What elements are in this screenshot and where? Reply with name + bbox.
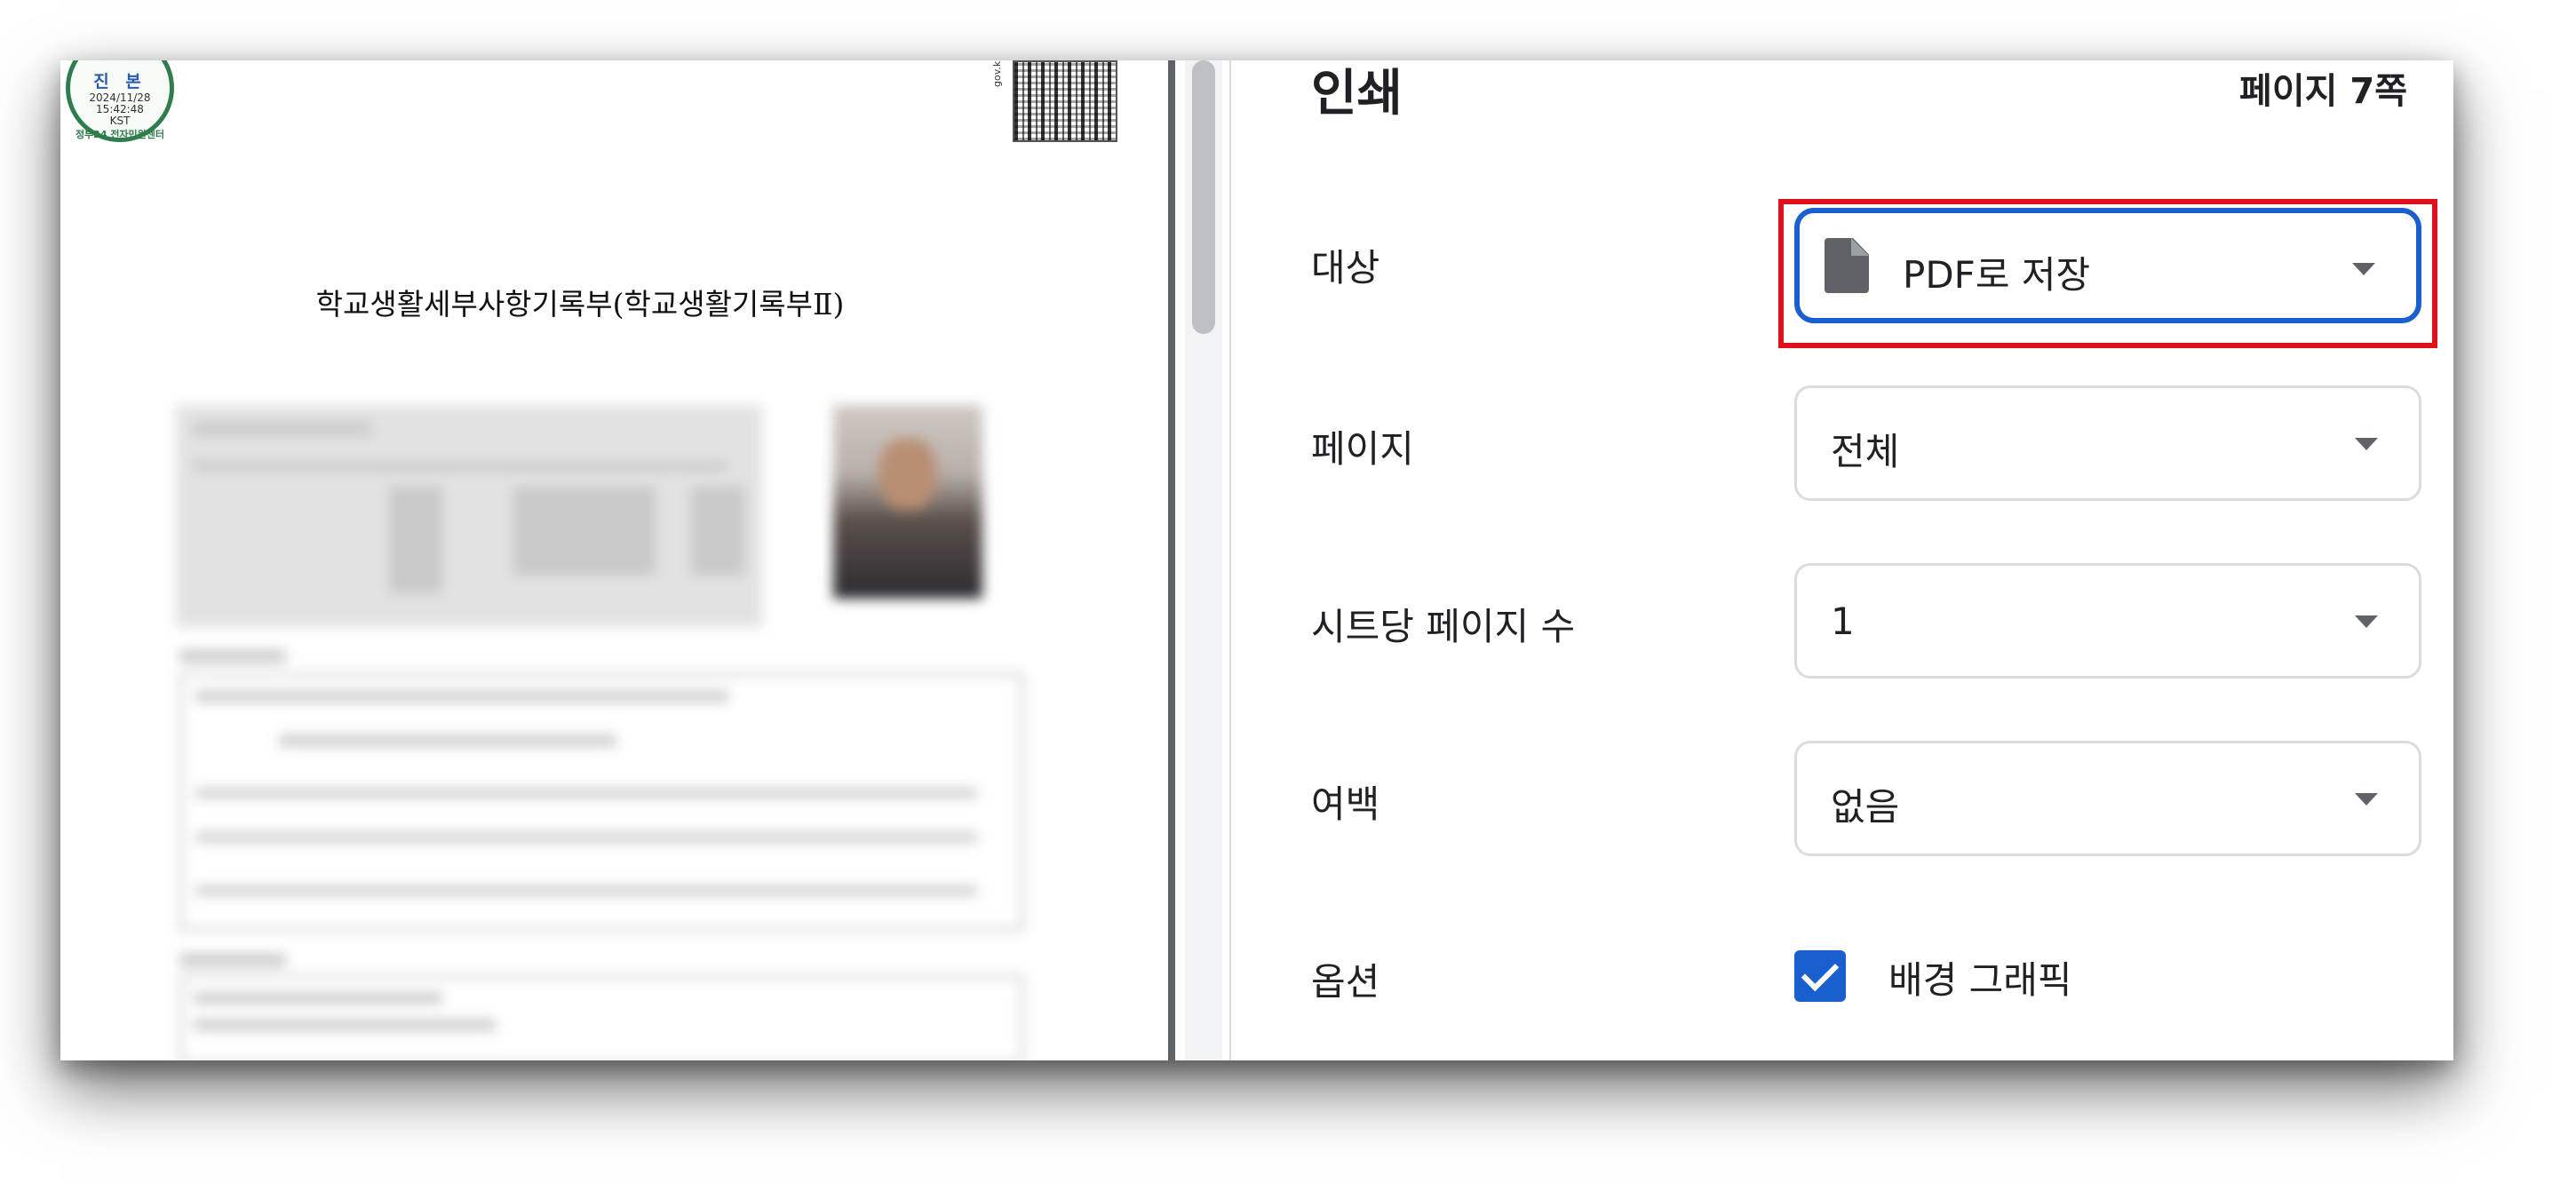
- background-graphics-label[interactable]: 배경 그래픽: [1888, 950, 2072, 1004]
- blurred-block: [513, 487, 656, 576]
- preview-scrollbar-thumb[interactable]: [1192, 60, 1215, 334]
- blurred-block: [194, 1020, 496, 1030]
- blurred-block: [194, 993, 442, 1004]
- background-graphics-checkbox[interactable]: [1794, 950, 1846, 1002]
- print-dialog-window: 진 본 2024/11/28 15:42:48 KST 정부24 전자민원센터 …: [60, 60, 2453, 1060]
- margins-value: 없음: [1831, 785, 1900, 829]
- pages-label: 페이지: [1311, 427, 1414, 471]
- qr-label: gov.kr: [991, 60, 1003, 87]
- blurred-block: [179, 975, 1023, 1060]
- blurred-block: [194, 423, 371, 435]
- destination-value: PDF로 저장: [1903, 253, 2091, 297]
- blurred-block: [195, 789, 977, 798]
- document-title: 학교생활세부사항기록부(학교생활기록부Ⅱ): [315, 287, 845, 322]
- blurred-block: [195, 691, 728, 702]
- blurred-block: [194, 462, 727, 471]
- blurred-block: [179, 650, 286, 663]
- print-title: 인쇄: [1311, 65, 1403, 123]
- chevron-down-icon: [2355, 438, 2378, 450]
- file-icon: [1825, 238, 1869, 293]
- seal-title: 진 본: [93, 72, 147, 91]
- pages-value: 전체: [1831, 430, 1900, 473]
- margins-label: 여백: [1311, 782, 1380, 826]
- blurred-block: [176, 405, 762, 627]
- blurred-block: [179, 954, 286, 966]
- pages-per-sheet-select[interactable]: 1: [1794, 563, 2421, 679]
- student-photo: [833, 405, 982, 599]
- blurred-block: [195, 886, 977, 895]
- seal-organization: 정부24 전자민원센터: [75, 129, 165, 140]
- certification-seal: 진 본 2024/11/28 15:42:48 KST 정부24 전자민원센터: [66, 60, 174, 142]
- pages-select[interactable]: 전체: [1794, 385, 2421, 501]
- preview-divider: [1168, 60, 1175, 1060]
- blurred-block: [195, 833, 977, 842]
- margins-select[interactable]: 없음: [1794, 741, 2421, 856]
- pages-per-sheet-value: 1: [1831, 599, 1855, 643]
- chevron-down-icon: [2355, 793, 2378, 806]
- seal-timezone: KST: [109, 115, 131, 127]
- chevron-down-icon: [2352, 263, 2375, 275]
- qr-code: [1013, 60, 1117, 142]
- blurred-block: [279, 735, 616, 746]
- options-label: 옵션: [1311, 960, 1380, 1004]
- print-settings-pane: 인쇄 페이지 7쪽 대상 PDF로 저장 페이지 전체 시트당 페이지 수 1 …: [1231, 60, 2453, 1060]
- destination-label: 대상: [1311, 246, 1380, 290]
- chevron-down-icon: [2355, 615, 2378, 628]
- blurred-block: [691, 487, 744, 576]
- blurred-block: [389, 487, 442, 593]
- print-preview-pane: 진 본 2024/11/28 15:42:48 KST 정부24 전자민원센터 …: [60, 60, 1183, 1060]
- page-count: 페이지 7쪽: [2239, 71, 2407, 112]
- pages-per-sheet-label: 시트당 페이지 수: [1311, 605, 1576, 648]
- destination-select[interactable]: PDF로 저장: [1794, 208, 2421, 323]
